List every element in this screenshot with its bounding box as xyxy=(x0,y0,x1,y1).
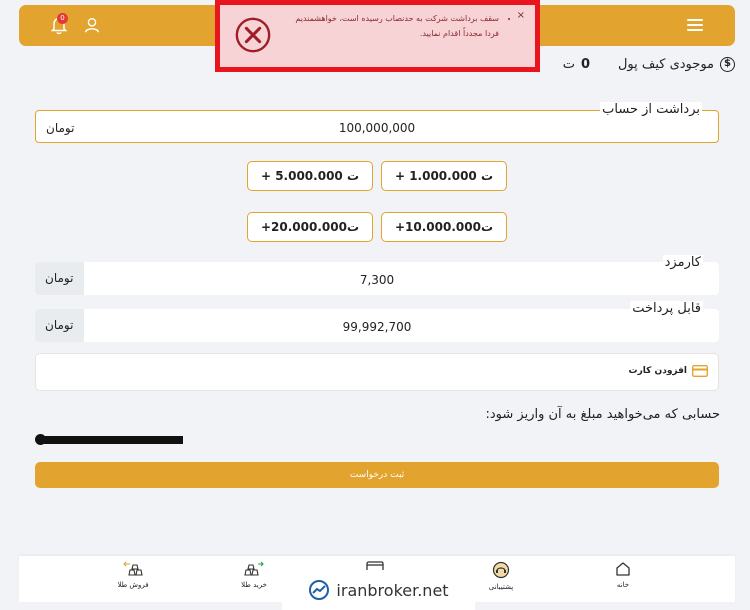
sell-gold-icon xyxy=(123,561,143,576)
nav-home[interactable]: خانه xyxy=(593,561,653,589)
home-icon xyxy=(616,562,630,576)
nav-sell-gold-label: فروش طلا xyxy=(117,581,149,589)
submit-request-button[interactable]: ثبت درخواست xyxy=(35,462,719,488)
nav-home-label: خانه xyxy=(616,581,630,589)
quick-amount-1m-button[interactable]: + 1.000.000 ت xyxy=(381,161,507,191)
buy-gold-icon xyxy=(244,561,264,576)
wallet-label: موجودی کیف پول xyxy=(617,57,714,72)
payable-field: قابل پرداخت 99,992,700 تومان xyxy=(35,301,719,342)
fee-field: کارمزد 7,300 تومان xyxy=(35,255,719,295)
notification-badge: 0 xyxy=(57,13,68,24)
fee-value: 7,300 xyxy=(359,273,395,287)
payable-value: 99,992,700 xyxy=(342,320,412,334)
error-circle-x-icon xyxy=(235,17,271,53)
nav-buy-gold-label: خرید طلا xyxy=(241,581,267,589)
nav-support[interactable]: پشتیبانی xyxy=(471,561,531,591)
toast-message: سقف برداشت شرکت به حدنصاب رسیده است، خوا… xyxy=(289,11,499,41)
payable-unit: تومان xyxy=(45,318,74,332)
fee-unit: تومان xyxy=(45,271,74,285)
destination-account-selector[interactable] xyxy=(35,434,183,445)
user-icon[interactable] xyxy=(83,16,101,34)
close-icon[interactable]: × xyxy=(517,10,525,21)
nav-buy-gold[interactable]: خرید طلا xyxy=(224,561,284,589)
credit-card-icon xyxy=(692,365,708,377)
support-icon xyxy=(492,561,510,579)
fee-label: کارمزد xyxy=(662,255,703,270)
dollar-icon: $ xyxy=(720,57,735,72)
trend-logo-icon xyxy=(309,580,330,600)
wallet-balance: $ موجودی کیف پول 0 ت xyxy=(563,57,735,72)
withdraw-value[interactable]: 100,000,000 xyxy=(36,121,718,135)
withdraw-unit: تومان xyxy=(46,121,75,135)
nav-sell-gold[interactable]: فروش طلا xyxy=(103,561,163,589)
withdraw-amount-field[interactable]: برداشت از حساب 100,000,000 تومان xyxy=(35,102,719,143)
quick-amount-10m-button[interactable]: +10.000.000ت xyxy=(381,212,507,242)
error-toast: سقف برداشت شرکت به حدنصاب رسیده است، خوا… xyxy=(215,0,540,72)
payable-label: قابل پرداخت xyxy=(630,301,703,316)
watermark-text: iranbroker.net xyxy=(336,580,449,600)
wallet-currency: ت xyxy=(562,57,575,72)
watermark: iranbroker.net xyxy=(282,570,475,610)
quick-amount-20m-button[interactable]: +20.000.000ت xyxy=(247,212,373,242)
card-selector: افزودن کارت xyxy=(35,353,719,391)
destination-account-label: حسابی که می‌خواهید مبلغ به آن واریز شود: xyxy=(485,407,721,422)
quick-amount-5m-button[interactable]: + 5.000.000 ت xyxy=(247,161,373,191)
wallet-amount: 0 xyxy=(580,57,590,72)
nav-support-label: پشتیبانی xyxy=(488,583,514,591)
hamburger-icon[interactable] xyxy=(687,16,705,34)
add-card-label: افزودن کارت xyxy=(628,366,687,376)
withdraw-label: برداشت از حساب xyxy=(600,102,702,117)
add-card-button[interactable]: افزودن کارت xyxy=(629,365,708,377)
